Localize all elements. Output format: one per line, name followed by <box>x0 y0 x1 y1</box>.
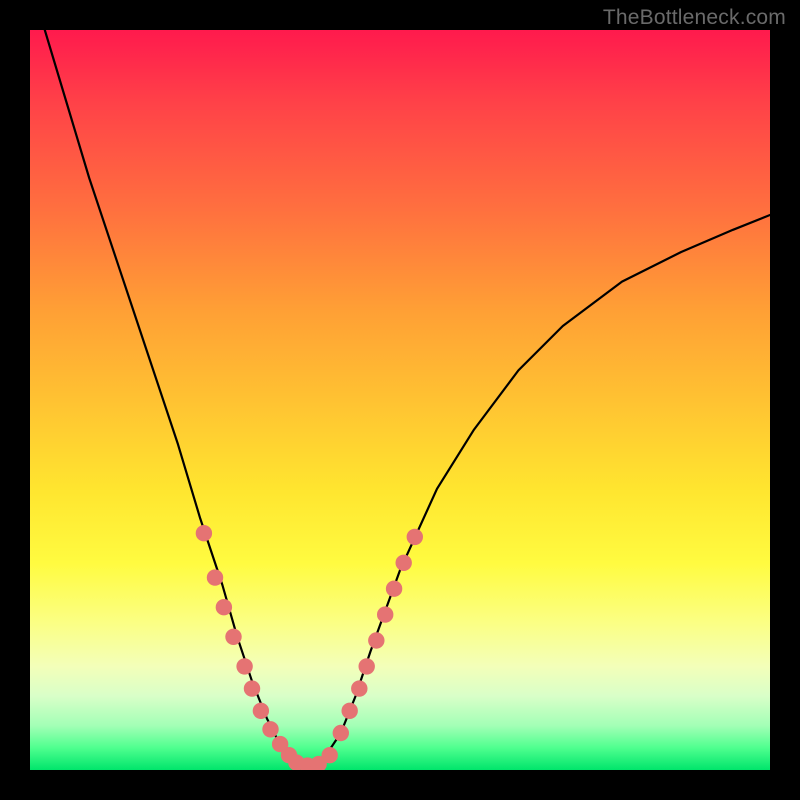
marker-dot <box>262 721 278 737</box>
marker-dot <box>244 680 260 696</box>
marker-dot <box>351 680 367 696</box>
plot-area <box>30 30 770 770</box>
marker-dot <box>359 658 375 674</box>
chart-stage: TheBottleneck.com <box>0 0 800 800</box>
marker-dot <box>377 606 393 622</box>
marker-dot <box>407 529 423 545</box>
marker-dot <box>225 629 241 645</box>
marker-dot <box>322 747 338 763</box>
chart-overlay <box>30 30 770 770</box>
marker-dot <box>196 525 212 541</box>
marker-dot <box>368 632 384 648</box>
marker-dots <box>196 525 423 770</box>
marker-dot <box>207 569 223 585</box>
marker-dot <box>253 703 269 719</box>
marker-dot <box>396 555 412 571</box>
marker-dot <box>386 581 402 597</box>
marker-dot <box>236 658 252 674</box>
marker-dot <box>333 725 349 741</box>
marker-dot <box>341 703 357 719</box>
watermark-text: TheBottleneck.com <box>603 6 786 30</box>
marker-dot <box>216 599 232 615</box>
bottleneck-curve <box>45 30 770 766</box>
